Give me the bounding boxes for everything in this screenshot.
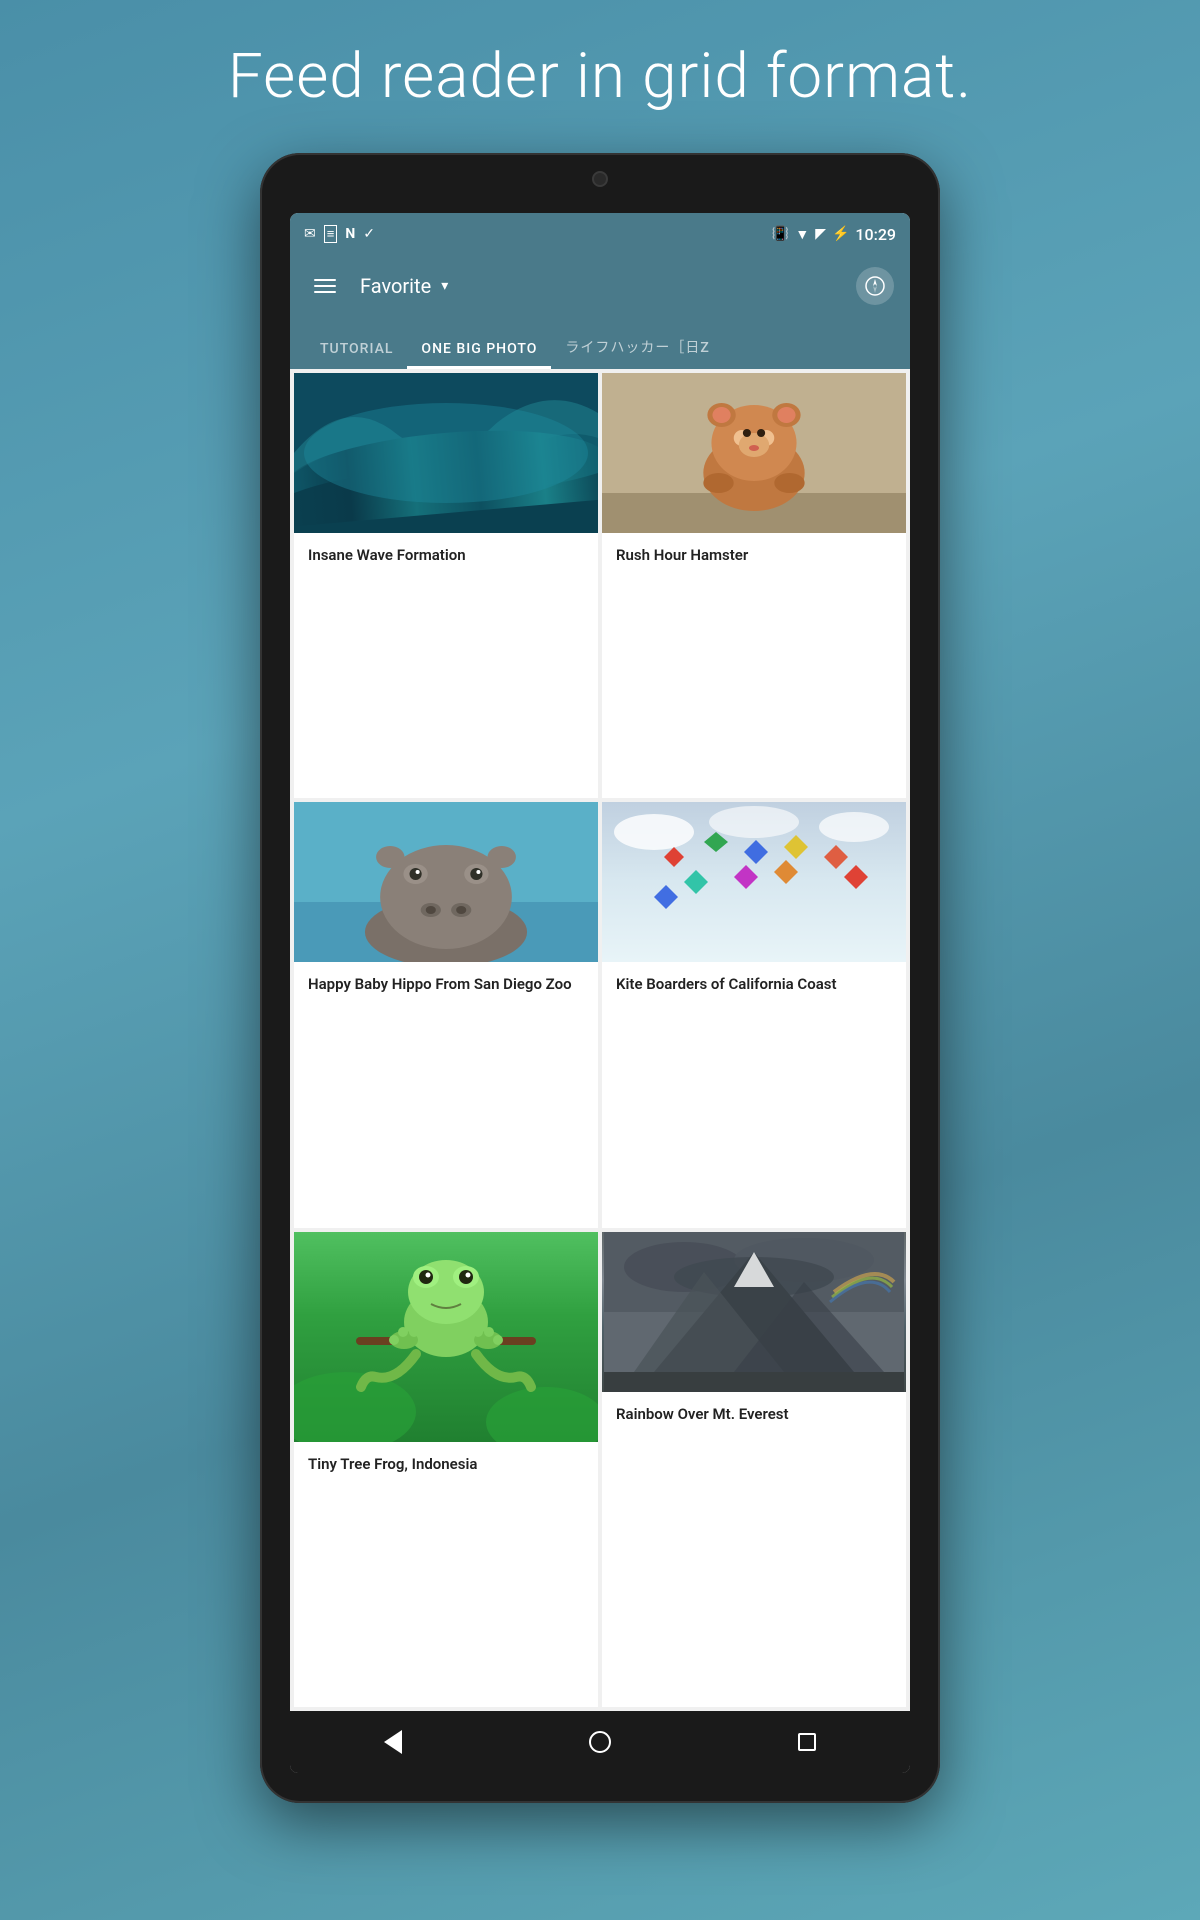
back-icon: [384, 1730, 402, 1754]
tab-tutorial[interactable]: TUTORIAL: [306, 329, 407, 369]
header-title-area: Favorite ▾: [360, 274, 856, 298]
kite-image: [602, 802, 906, 962]
compass-button[interactable]: [856, 267, 894, 305]
grid-item-kite[interactable]: Kite Boarders of California Coast: [602, 802, 906, 1227]
grid-item-hippo[interactable]: Happy Baby Hippo From San Diego Zoo: [294, 802, 598, 1227]
n-icon: N: [345, 226, 355, 242]
wave-title: Insane Wave Formation: [294, 533, 598, 577]
home-button[interactable]: [569, 1723, 631, 1761]
phone-frame: ✉ ≡ N ✓ 📳 ▼ ◤ ⚡ 10:29: [260, 153, 940, 1803]
bottom-nav: [290, 1711, 910, 1773]
tab-one-big-photo[interactable]: ONE BIG PHOTO: [407, 329, 551, 369]
kite-title: Kite Boarders of California Coast: [602, 962, 906, 1006]
check-icon: ✓: [363, 226, 375, 242]
mountain-title: Rainbow Over Mt. Everest: [602, 1392, 906, 1436]
wave-image: [294, 373, 598, 533]
battery-icon: ⚡: [832, 226, 849, 242]
status-icons-right: 📳 ▼ ◤ ⚡ 10:29: [772, 225, 896, 244]
signal-icon: ◤: [815, 226, 826, 242]
recents-button[interactable]: [778, 1725, 836, 1759]
grid-item-mountain[interactable]: Rainbow Over Mt. Everest: [602, 1232, 906, 1707]
page-title: Feed reader in grid format.: [228, 40, 972, 113]
grid-item-frog[interactable]: Tiny Tree Frog, Indonesia: [294, 1232, 598, 1707]
grid-content: Insane Wave Formation: [290, 369, 910, 1711]
vibrate-icon: 📳: [772, 226, 789, 242]
tabs-bar: TUTORIAL ONE BIG PHOTO ライフハッカー［日z: [290, 317, 910, 369]
hamburger-button[interactable]: [306, 271, 344, 301]
home-icon: [589, 1731, 611, 1753]
page-background: Feed reader in grid format. ✉ ≡ N ✓ 📳 ▼ …: [0, 0, 1200, 1920]
app-header: Favorite ▾: [290, 255, 910, 317]
hippo-image: [294, 802, 598, 962]
frog-title: Tiny Tree Frog, Indonesia: [294, 1442, 598, 1486]
grid-item-hamster[interactable]: Rush Hour Hamster: [602, 373, 906, 798]
dropdown-arrow-icon[interactable]: ▾: [441, 278, 448, 294]
recents-icon: [798, 1733, 816, 1751]
status-bar: ✉ ≡ N ✓ 📳 ▼ ◤ ⚡ 10:29: [290, 213, 910, 255]
status-time: 10:29: [855, 225, 896, 244]
grid-item-wave[interactable]: Insane Wave Formation: [294, 373, 598, 798]
hamster-title: Rush Hour Hamster: [602, 533, 906, 577]
wifi-icon: ▼: [795, 226, 809, 243]
frog-image: [294, 1232, 598, 1442]
mountain-image: [602, 1232, 906, 1392]
hippo-title: Happy Baby Hippo From San Diego Zoo: [294, 962, 598, 1006]
back-button[interactable]: [364, 1722, 422, 1762]
status-icons-left: ✉ ≡ N ✓: [304, 225, 375, 243]
mail-icon: ✉: [304, 226, 316, 242]
hamster-image: [602, 373, 906, 533]
phone-screen: ✉ ≡ N ✓ 📳 ▼ ◤ ⚡ 10:29: [290, 213, 910, 1773]
header-title: Favorite: [360, 274, 431, 298]
tab-lifehacker[interactable]: ライフハッカー［日z: [551, 325, 723, 369]
news-icon: ≡: [324, 225, 338, 243]
